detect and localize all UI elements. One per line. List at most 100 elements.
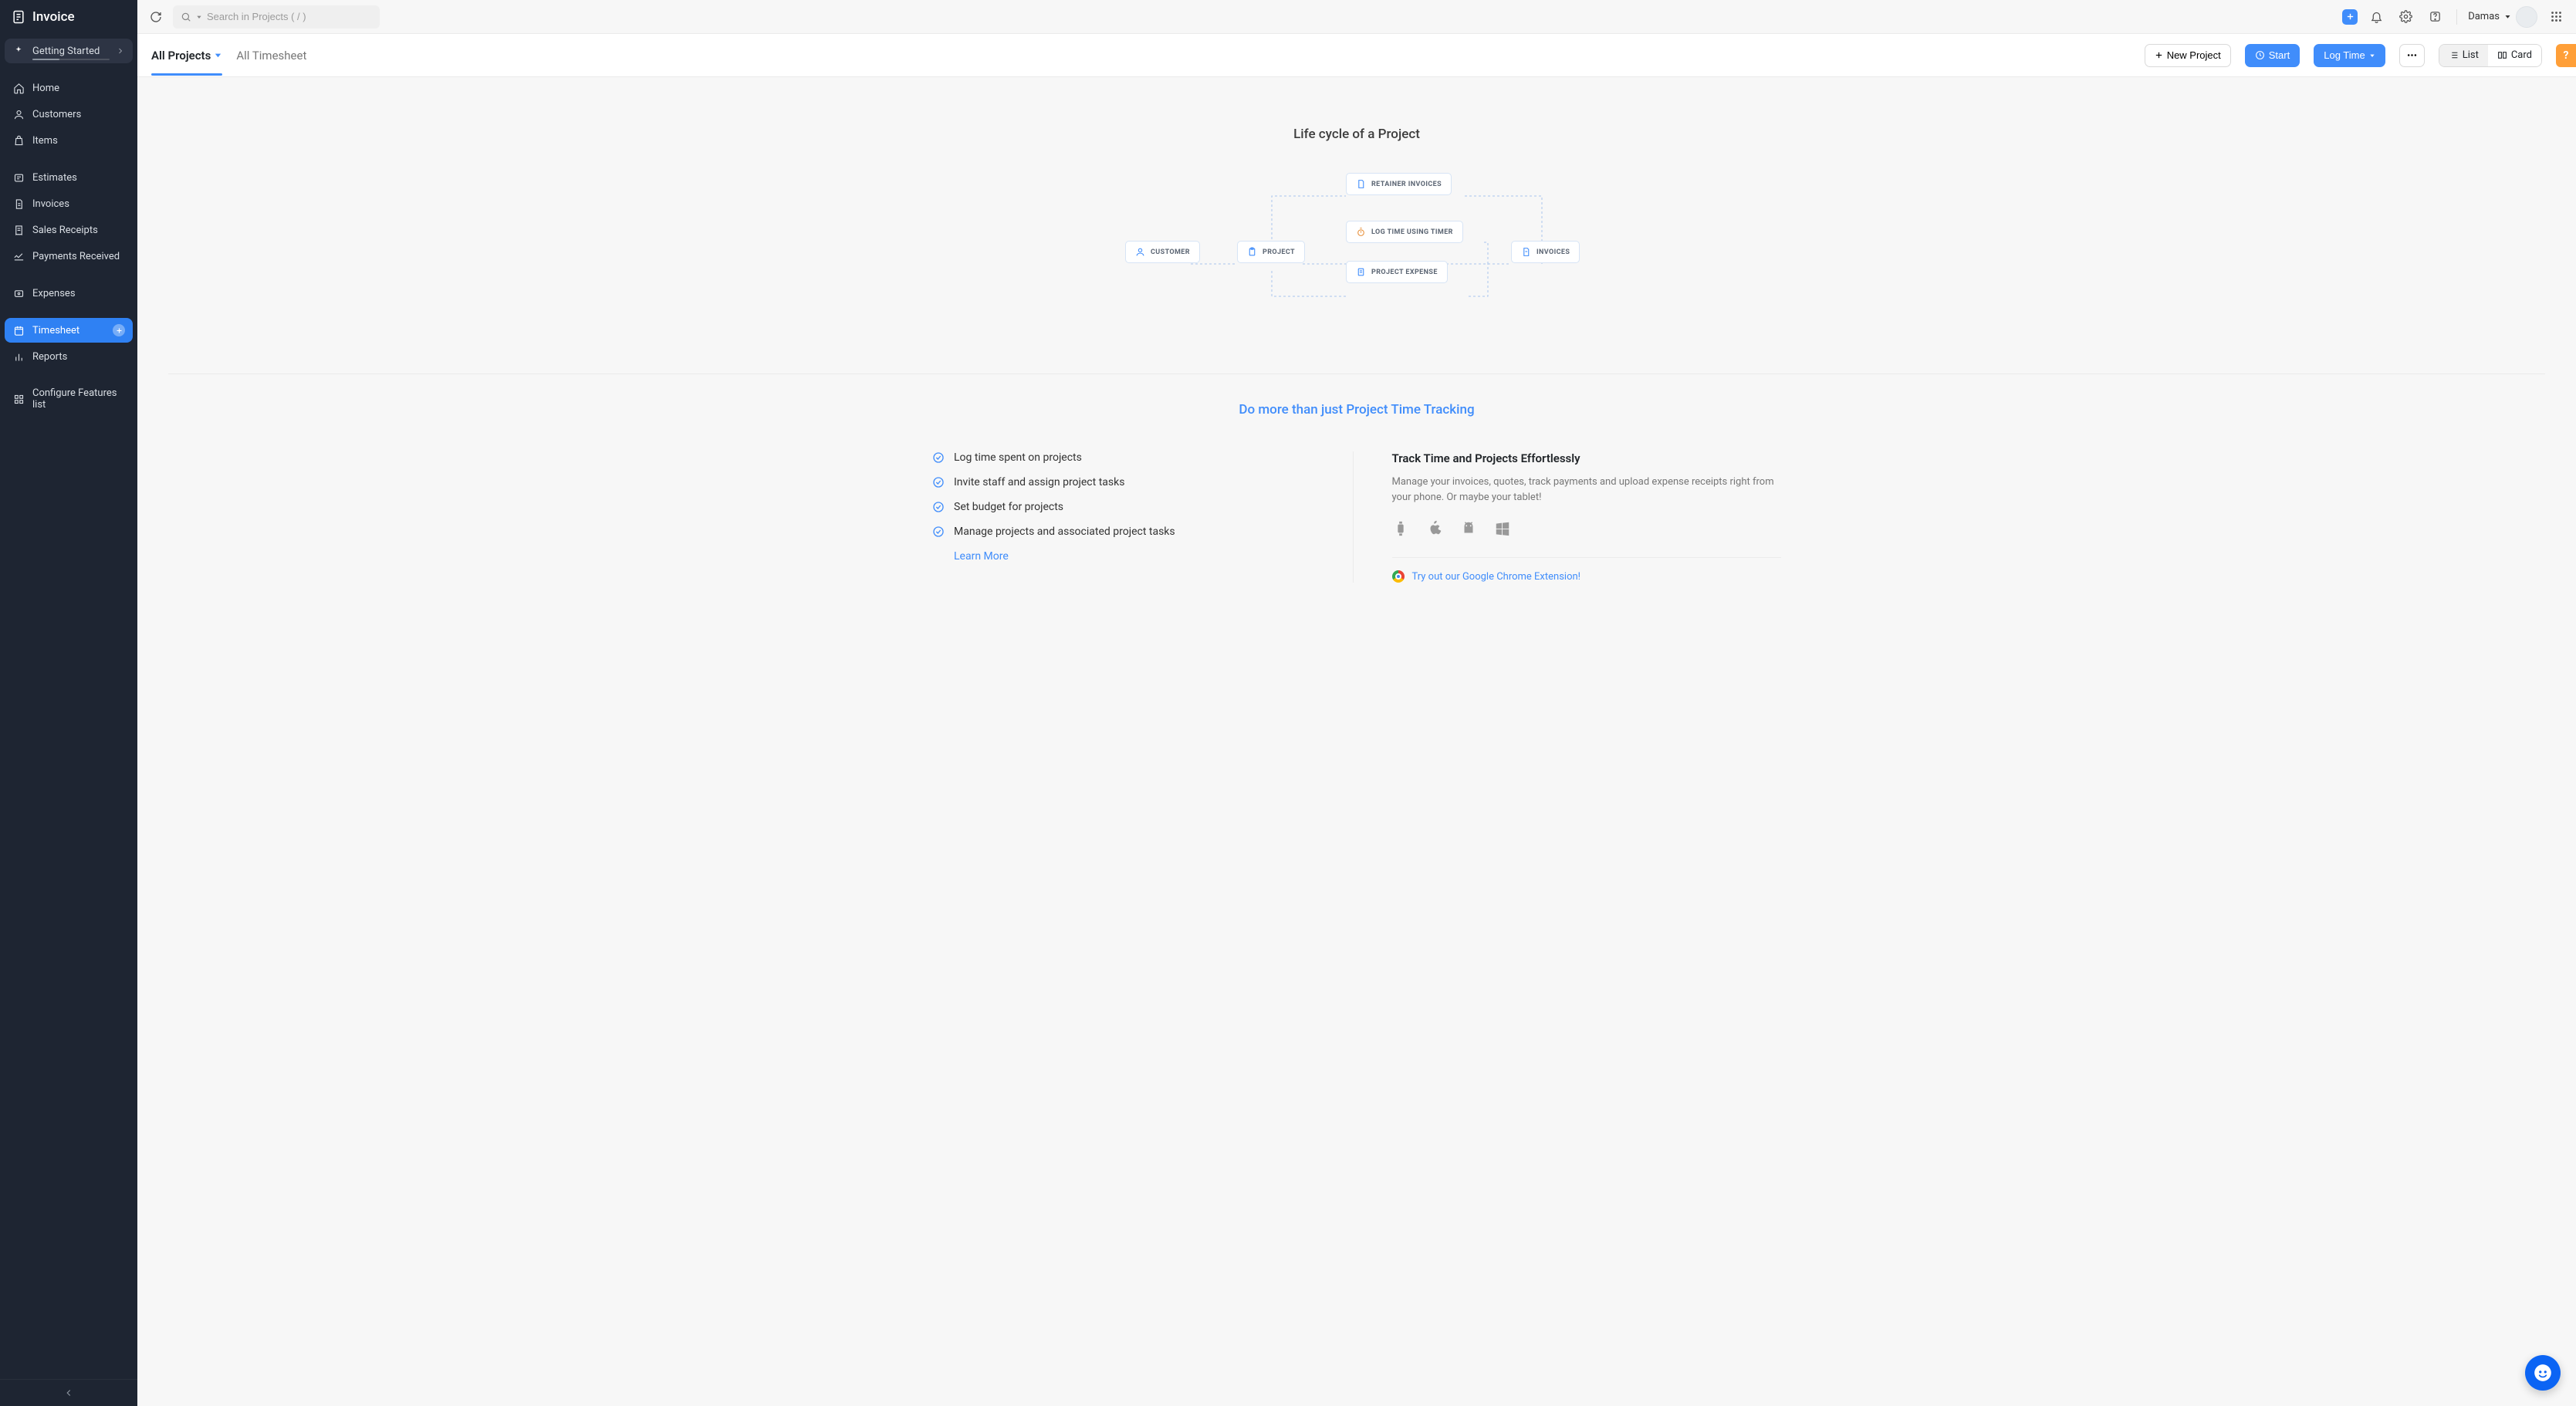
apple-icon[interactable] — [1426, 520, 1443, 537]
sidebar-item-items[interactable]: Items — [5, 128, 133, 153]
tab-all-timesheet[interactable]: All Timesheet — [236, 36, 306, 75]
sidebar-item-reports[interactable]: Reports — [5, 344, 133, 369]
gear-icon — [2399, 10, 2412, 23]
reports-icon — [12, 350, 25, 363]
sidebar-item-label: Invoices — [32, 198, 69, 210]
sidebar-item-customers[interactable]: Customers — [5, 102, 133, 127]
refresh-icon — [150, 11, 162, 23]
chrome-logo-icon — [1392, 570, 1405, 583]
chevron-left-icon — [63, 1387, 74, 1398]
tab-label: All Projects — [151, 49, 211, 63]
view-list-button[interactable]: List — [2439, 45, 2488, 66]
windows-icon[interactable] — [1494, 520, 1511, 537]
help-button[interactable] — [2424, 6, 2446, 28]
notifications-button[interactable] — [2365, 6, 2387, 28]
content-area: Life cycle of a Project — [137, 77, 2576, 1406]
diagram-customer: CUSTOMER — [1125, 241, 1200, 263]
receipt-icon — [1356, 267, 1366, 277]
track-title: Track Time and Projects Effortlessly — [1392, 451, 1782, 465]
context-help-button[interactable]: ? — [2556, 44, 2576, 67]
invoice-logo-icon — [11, 9, 26, 25]
sidebar-item-configure[interactable]: Configure Features list — [5, 381, 133, 417]
chevron-right-icon — [116, 46, 125, 56]
progress-bar — [32, 59, 110, 60]
invoice-icon — [1521, 247, 1531, 257]
lifecycle-heading: Life cycle of a Project — [137, 127, 2576, 142]
start-button[interactable]: Start — [2245, 44, 2300, 67]
chat-help-fab[interactable] — [2525, 1355, 2561, 1391]
stopwatch-icon — [1356, 227, 1366, 237]
quick-add-button[interactable] — [2342, 9, 2358, 25]
new-project-button[interactable]: New Project — [2145, 44, 2231, 67]
user-menu[interactable]: Damas — [2468, 6, 2537, 28]
chatbot-icon — [2533, 1363, 2553, 1383]
receipt-icon — [12, 224, 25, 236]
sidebar-item-home[interactable]: Home — [5, 76, 133, 100]
clipboard-icon — [1247, 247, 1257, 257]
feature-item: Log time spent on projects — [932, 451, 1322, 464]
bag-icon — [12, 134, 25, 147]
chrome-extension-row: Try out our Google Chrome Extension! — [1392, 570, 1782, 583]
diagram-expense: PROJECT EXPENSE — [1346, 261, 1448, 283]
sidebar-item-label: Sales Receipts — [32, 225, 98, 236]
avatar — [2516, 6, 2537, 28]
user-icon — [12, 108, 25, 120]
log-time-button[interactable]: Log Time — [2314, 44, 2385, 67]
more-horizontal-icon — [2406, 49, 2418, 61]
view-card-button[interactable]: Card — [2488, 45, 2541, 66]
platform-icons — [1392, 520, 1782, 537]
sidebar-item-getting-started[interactable]: Getting Started — [5, 39, 133, 63]
lifecycle-diagram: CUSTOMER PROJECT RETAINER INVOICES LOG T… — [1125, 173, 1588, 327]
settings-button[interactable] — [2395, 6, 2416, 28]
sidebar-item-timesheet[interactable]: Timesheet — [5, 318, 133, 343]
sidebar-item-estimates[interactable]: Estimates — [5, 165, 133, 190]
search-box[interactable] — [173, 5, 380, 29]
chevron-down-icon[interactable] — [196, 14, 202, 20]
list-icon — [2449, 50, 2459, 60]
estimate-icon — [12, 171, 25, 184]
check-circle-icon — [932, 476, 945, 488]
expense-icon — [12, 287, 25, 299]
refresh-button[interactable] — [147, 8, 165, 26]
help-icon — [2429, 10, 2442, 23]
more-options-button[interactable] — [2399, 44, 2425, 67]
button-label: Start — [2269, 49, 2290, 61]
chevron-down-icon — [2369, 52, 2375, 59]
plus-icon — [2346, 12, 2355, 21]
username: Damas — [2468, 11, 2500, 22]
chrome-extension-link[interactable]: Try out our Google Chrome Extension! — [1412, 571, 1581, 583]
sidebar-collapse-button[interactable] — [0, 1379, 137, 1406]
sidebar-item-label: Estimates — [32, 172, 77, 184]
search-input[interactable] — [207, 11, 372, 22]
diagram-logtime: LOG TIME USING TIMER — [1346, 221, 1463, 243]
sidebar-item-sales-receipts[interactable]: Sales Receipts — [5, 218, 133, 242]
android-icon[interactable] — [1460, 520, 1477, 537]
view-toggle: List Card — [2439, 44, 2542, 67]
app-title: Invoice — [32, 9, 75, 25]
sidebar-item-label: Payments Received — [32, 251, 120, 262]
apps-grid-button[interactable] — [2545, 6, 2567, 28]
sidebar-item-invoices[interactable]: Invoices — [5, 191, 133, 216]
payment-icon — [12, 250, 25, 262]
sidebar-item-expenses[interactable]: Expenses — [5, 281, 133, 306]
divider — [168, 373, 2545, 374]
divider — [1392, 557, 1782, 558]
topbar: Damas — [137, 0, 2576, 34]
secondary-heading: Do more than just Project Time Tracking — [137, 402, 2576, 417]
tab-all-projects[interactable]: All Projects — [151, 36, 222, 75]
card-icon — [2497, 50, 2507, 60]
user-icon — [1135, 247, 1145, 257]
bell-icon — [2370, 10, 2383, 23]
sidebar: Invoice Getting Started Home Customers I… — [0, 0, 137, 1406]
track-description: Manage your invoices, quotes, track paym… — [1392, 475, 1782, 505]
add-icon[interactable] — [113, 324, 125, 336]
tab-label: All Timesheet — [236, 49, 306, 63]
subheader: All Projects All Timesheet New Project S… — [137, 34, 2576, 77]
sidebar-item-label: Configure Features list — [32, 387, 125, 411]
features-list: Log time spent on projects Invite staff … — [932, 451, 1353, 583]
watch-icon[interactable] — [1392, 520, 1409, 537]
learn-more-link[interactable]: Learn More — [954, 550, 1322, 563]
sidebar-item-payments-received[interactable]: Payments Received — [5, 244, 133, 269]
sidebar-item-label: Expenses — [32, 288, 76, 299]
button-label: Log Time — [2324, 49, 2365, 61]
